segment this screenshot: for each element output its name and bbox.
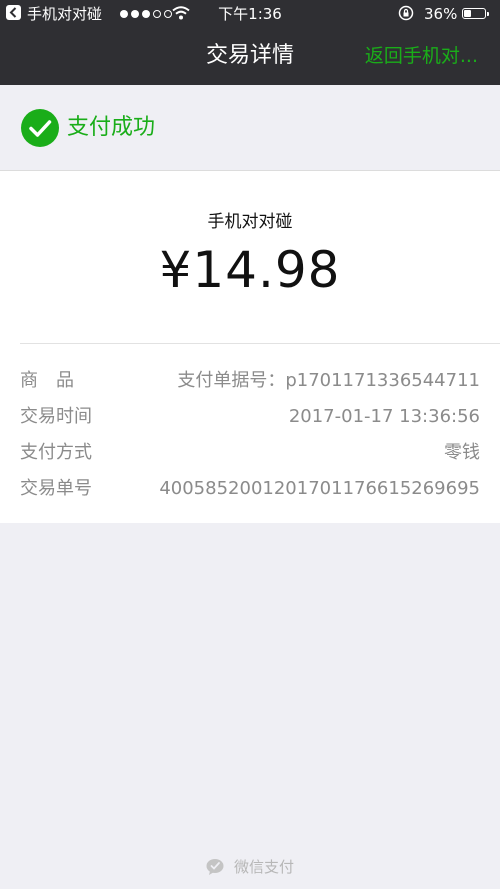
detail-row-time: 交易时间 2017-01-17 13:36:56: [20, 399, 480, 435]
rotation-lock-icon: [398, 5, 414, 26]
payment-status-banner: 支付成功: [0, 85, 500, 171]
transaction-detail-card: 手机对对碰 ¥14.98 商 品 支付单据号：p1701171336544711…: [0, 171, 500, 523]
battery-icon: [462, 8, 489, 19]
detail-value: 2017-01-17 13:36:56: [288, 406, 480, 427]
battery-percentage: 36%: [424, 5, 458, 23]
checkmark-icon: [21, 109, 59, 147]
payment-status-text: 支付成功: [67, 115, 156, 140]
detail-row-transaction-id: 交易单号 4005852001201701176615269695: [20, 471, 480, 507]
merchant-name: 手机对对碰: [207, 212, 293, 232]
navigation-bar: 交易详情 返回手机对...: [0, 27, 500, 85]
return-to-app-link[interactable]: 返回手机对...: [365, 27, 478, 85]
detail-value: 零钱: [444, 442, 480, 463]
footer-text: 微信支付: [233, 858, 294, 876]
detail-label: 交易时间: [20, 406, 92, 427]
detail-value: 4005852001201701176615269695: [159, 478, 480, 499]
detail-label: 支付方式: [20, 442, 92, 463]
payment-amount: ¥14.98: [159, 241, 341, 299]
detail-value: 支付单据号：p1701171336544711: [177, 370, 480, 391]
detail-row-product: 商 品 支付单据号：p1701171336544711: [20, 363, 480, 399]
wechat-pay-icon: [206, 858, 228, 876]
wechat-pay-footer: 微信支付: [0, 856, 500, 877]
status-bar: 手机对对碰 下午1:36 36%: [0, 0, 500, 27]
divider: [20, 343, 500, 344]
detail-label: 商 品: [20, 370, 74, 391]
detail-label: 交易单号: [20, 478, 92, 499]
detail-row-payment-method: 支付方式 零钱: [20, 435, 480, 471]
